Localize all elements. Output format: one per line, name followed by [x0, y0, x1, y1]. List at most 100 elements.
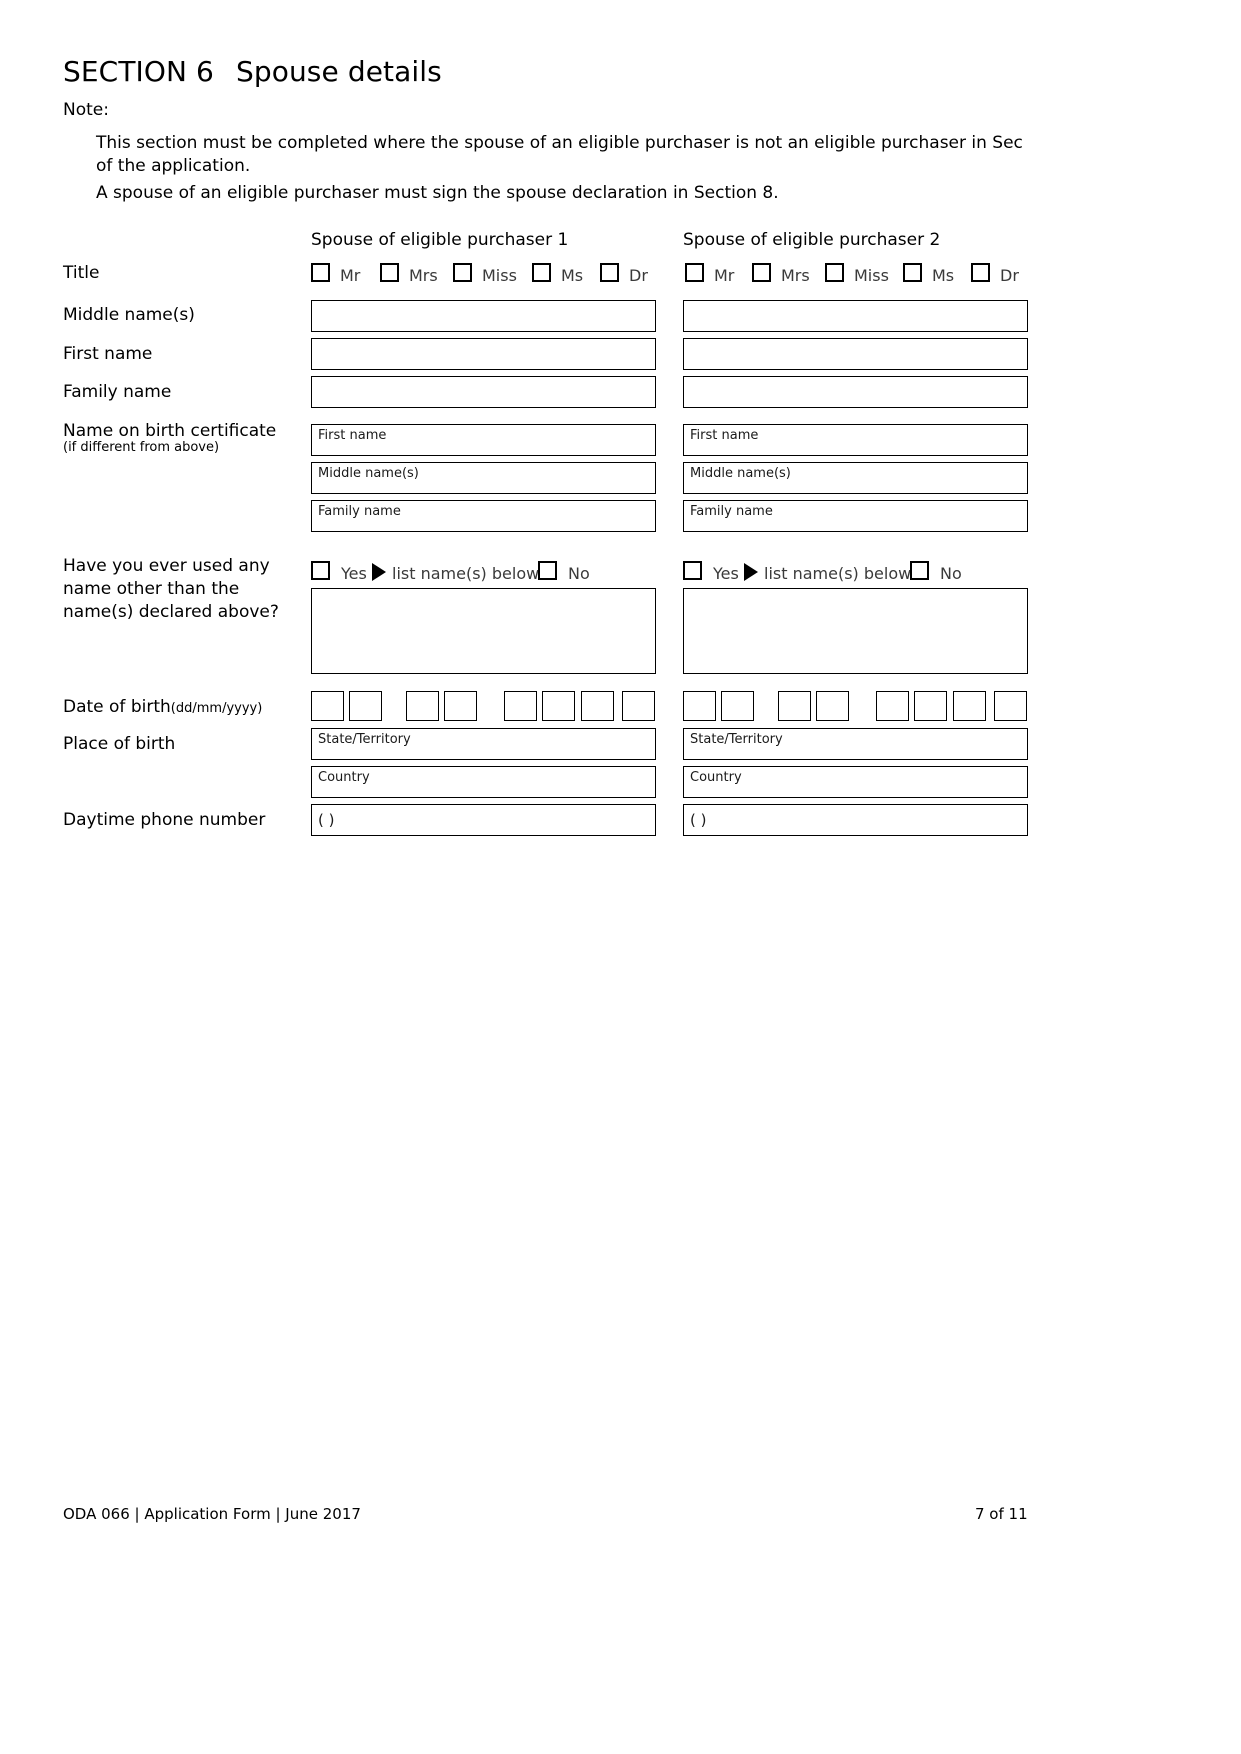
checkbox-sp2-title-mrs[interactable] — [752, 263, 771, 282]
input-sp1-daytime-phone[interactable]: ( ) — [311, 804, 656, 836]
note-paragraph-1: This section must be completed where the… — [96, 133, 1023, 153]
checkbox-sp1-title-mr[interactable] — [311, 263, 330, 282]
label-sp2-other-names-no: No — [940, 564, 962, 583]
label-date-of-birth-main: Date of birth — [63, 697, 171, 717]
checkbox-sp1-title-mrs[interactable] — [380, 263, 399, 282]
checkbox-sp1-title-dr[interactable] — [600, 263, 619, 282]
input-sp2-dob-m1[interactable] — [778, 691, 811, 721]
label-family-name: Family name — [63, 382, 172, 402]
checkbox-sp2-other-names-no[interactable] — [910, 561, 929, 580]
input-sp1-bc-middle-name[interactable]: Middle name(s) — [311, 462, 656, 494]
input-sp2-bc-family-name[interactable]: Family name — [683, 500, 1028, 532]
input-sp2-dob-y2[interactable] — [914, 691, 947, 721]
input-sp1-dob-m2[interactable] — [444, 691, 477, 721]
input-sp2-family-name[interactable] — [683, 376, 1028, 408]
placeholder-family-name: Family name — [690, 504, 773, 519]
label-sp2-title-mr: Mr — [714, 266, 735, 285]
label-date-of-birth-hint: (dd/mm/yyyy) — [170, 701, 263, 716]
checkbox-sp1-title-ms[interactable] — [532, 263, 551, 282]
input-sp1-dob-d1[interactable] — [311, 691, 344, 721]
label-other-names-question: Have you ever used any name other than t… — [63, 556, 279, 622]
note-paragraph-1-continued: of the application. — [96, 156, 251, 176]
label-sp1-title-ms: Ms — [561, 266, 584, 285]
placeholder-family-name: Family name — [318, 504, 401, 519]
label-birth-certificate: Name on birth certificate (if different … — [63, 421, 323, 455]
page-title: SECTION 6 Spouse details — [63, 55, 442, 88]
checkbox-sp1-other-names-yes[interactable] — [311, 561, 330, 580]
input-sp2-dob-d1[interactable] — [683, 691, 716, 721]
input-sp2-dob-y3[interactable] — [953, 691, 986, 721]
input-sp1-bc-first-name[interactable]: First name — [311, 424, 656, 456]
placeholder-country: Country — [690, 770, 742, 785]
checkbox-sp2-title-miss[interactable] — [825, 263, 844, 282]
label-sp2-list-names-below: list name(s) below — [764, 564, 912, 583]
label-sp2-title-miss: Miss — [854, 266, 889, 285]
input-sp1-first-name[interactable] — [311, 338, 656, 370]
placeholder-first-name: First name — [690, 428, 759, 443]
label-title: Title — [63, 263, 100, 283]
input-sp1-dob-y1[interactable] — [504, 691, 537, 721]
input-sp2-middle-name[interactable] — [683, 300, 1028, 332]
label-sp2-title-ms: Ms — [932, 266, 955, 285]
label-sp2-title-mrs: Mrs — [781, 266, 810, 285]
placeholder-first-name: First name — [318, 428, 387, 443]
input-sp1-country[interactable]: Country — [311, 766, 656, 798]
input-sp1-dob-d2[interactable] — [349, 691, 382, 721]
label-place-of-birth: Place of birth — [63, 734, 176, 754]
input-sp1-dob-y3[interactable] — [581, 691, 614, 721]
input-sp2-dob-d2[interactable] — [721, 691, 754, 721]
input-sp1-state-territory[interactable]: State/Territory — [311, 728, 656, 760]
label-sp1-other-names-no: No — [568, 564, 590, 583]
input-sp1-middle-name[interactable] — [311, 300, 656, 332]
textarea-sp1-other-names[interactable] — [311, 588, 656, 674]
placeholder-state-territory: State/Territory — [690, 732, 783, 747]
checkbox-sp2-title-dr[interactable] — [971, 263, 990, 282]
input-sp2-dob-m2[interactable] — [816, 691, 849, 721]
note-label: Note: — [63, 100, 109, 120]
arrow-right-icon — [744, 563, 758, 581]
label-middle-name: Middle name(s) — [63, 305, 195, 325]
placeholder-middle-name: Middle name(s) — [318, 466, 419, 481]
footer-page-number: 7 of 11 — [975, 1505, 1028, 1523]
footer-document-info: ODA 066 | Application Form | June 2017 — [63, 1505, 361, 1523]
input-sp1-dob-m1[interactable] — [406, 691, 439, 721]
input-sp2-dob-y4[interactable] — [994, 691, 1027, 721]
section-title-text: Spouse details — [235, 55, 442, 88]
column-header-spouse-1: Spouse of eligible purchaser 1 — [311, 230, 569, 250]
section-number: SECTION 6 — [63, 55, 214, 88]
placeholder-country: Country — [318, 770, 370, 785]
label-daytime-phone: Daytime phone number — [63, 810, 266, 830]
checkbox-sp2-title-mr[interactable] — [685, 263, 704, 282]
checkbox-sp2-other-names-yes[interactable] — [683, 561, 702, 580]
label-sp1-title-mr: Mr — [340, 266, 361, 285]
input-sp2-daytime-phone[interactable]: ( ) — [683, 804, 1028, 836]
input-sp1-dob-y4[interactable] — [622, 691, 655, 721]
phone-prefix-sp2: ( ) — [690, 811, 707, 829]
label-sp1-title-mrs: Mrs — [409, 266, 438, 285]
input-sp2-bc-middle-name[interactable]: Middle name(s) — [683, 462, 1028, 494]
arrow-right-icon — [372, 563, 386, 581]
label-date-of-birth: Date of birth(dd/mm/yyyy) — [63, 697, 262, 717]
form-page: SECTION 6 Spouse details Note: This secti… — [0, 0, 1241, 1754]
checkbox-sp1-title-miss[interactable] — [453, 263, 472, 282]
textarea-sp2-other-names[interactable] — [683, 588, 1028, 674]
input-sp2-bc-first-name[interactable]: First name — [683, 424, 1028, 456]
input-sp1-bc-family-name[interactable]: Family name — [311, 500, 656, 532]
input-sp1-family-name[interactable] — [311, 376, 656, 408]
label-first-name: First name — [63, 344, 153, 364]
input-sp1-dob-y2[interactable] — [542, 691, 575, 721]
label-sp1-title-miss: Miss — [482, 266, 517, 285]
checkbox-sp1-other-names-no[interactable] — [538, 561, 557, 580]
note-paragraph-2: A spouse of an eligible purchaser must s… — [96, 183, 779, 203]
label-sp1-list-names-below: list name(s) below — [392, 564, 540, 583]
input-sp2-dob-y1[interactable] — [876, 691, 909, 721]
label-birth-certificate-main: Name on birth certificate — [63, 421, 277, 441]
checkbox-sp2-title-ms[interactable] — [903, 263, 922, 282]
placeholder-state-territory: State/Territory — [318, 732, 411, 747]
label-sp1-title-dr: Dr — [629, 266, 648, 285]
input-sp2-first-name[interactable] — [683, 338, 1028, 370]
label-birth-certificate-sub: (if different from above) — [63, 440, 220, 455]
input-sp2-country[interactable]: Country — [683, 766, 1028, 798]
input-sp2-state-territory[interactable]: State/Territory — [683, 728, 1028, 760]
label-sp2-other-names-yes: Yes — [713, 564, 739, 583]
